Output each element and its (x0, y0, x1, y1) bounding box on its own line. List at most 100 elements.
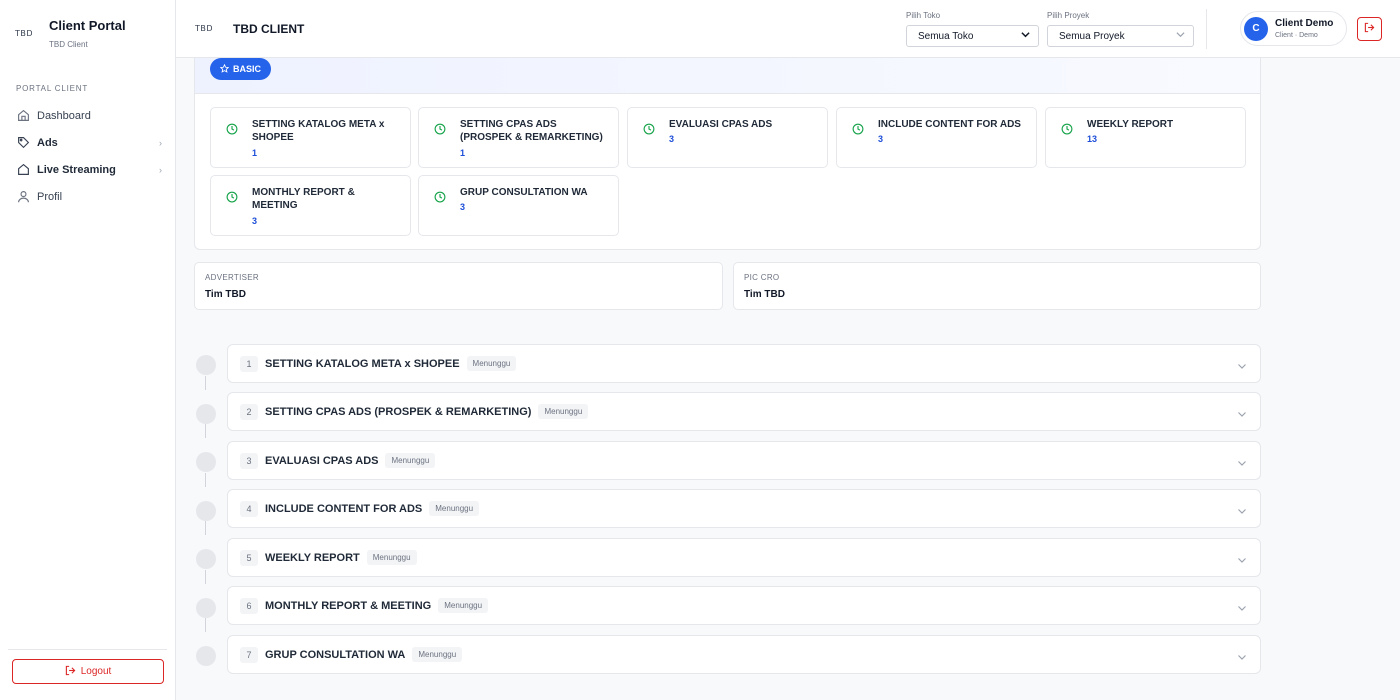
service-name: SETTING KATALOG META x SHOPEE (252, 119, 385, 143)
clock-icon (226, 190, 238, 208)
step-row[interactable]: 4 INCLUDE CONTENT FOR ADS Menunggu (227, 489, 1261, 528)
clock-icon (643, 122, 655, 140)
service-name: MONTHLY REPORT & MEETING (252, 187, 355, 211)
step-name: INCLUDE CONTENT FOR ADS (265, 502, 423, 515)
service-card: SETTING CPAS ADS (PROSPEK & REMARKETING)… (418, 107, 619, 168)
status-badge: Menunggu (385, 453, 436, 468)
toko-select-caption: Pilih Toko (906, 11, 941, 20)
sidebar-item-live-streaming[interactable]: Live Streaming › (16, 156, 162, 183)
service-count: 3 (669, 134, 675, 144)
service-count: 1 (252, 148, 258, 158)
pic-cro-caption: PIC CRO (744, 273, 780, 282)
brand: TBD Client Portal TBD Client (15, 18, 126, 49)
service-count: 3 (252, 216, 258, 226)
status-badge: Menunggu (429, 501, 480, 516)
package-badge: BASIC (210, 58, 272, 80)
sidebar-item-label: Dashboard (37, 109, 91, 122)
timeline-dot (196, 549, 216, 569)
status-badge: Menunggu (412, 647, 463, 662)
chevron-down-icon (1237, 649, 1247, 667)
service-count: 13 (1087, 134, 1098, 144)
chevron-right-icon: › (159, 137, 162, 148)
status-badge: Menunggu (538, 404, 589, 419)
timeline-connector (205, 424, 206, 438)
clock-icon (852, 122, 864, 140)
service-name: EVALUASI CPAS ADS (669, 119, 773, 130)
sidebar-section-label: PORTAL CLIENT (16, 84, 89, 93)
step-number: 2 (240, 403, 258, 420)
home-icon (16, 109, 30, 123)
service-card: INCLUDE CONTENT FOR ADS 3 (836, 107, 1037, 168)
proyek-select[interactable]: Semua Proyek (1047, 25, 1194, 47)
clock-icon (1061, 122, 1073, 140)
advertiser-card: ADVERTISER Tim TBD (194, 262, 723, 310)
chevron-down-icon (1237, 358, 1247, 376)
timeline-connector (205, 376, 206, 390)
sidebar-item-label: Ads (37, 136, 58, 149)
sidebar-item-ads[interactable]: Ads › (16, 129, 162, 156)
step-name: EVALUASI CPAS ADS (265, 454, 379, 467)
status-badge: Menunggu (366, 550, 417, 565)
service-card: EVALUASI CPAS ADS 3 (627, 107, 828, 168)
home-icon (16, 163, 30, 177)
header-divider (1206, 9, 1207, 49)
chevron-down-icon (1237, 503, 1247, 521)
chevron-right-icon: › (159, 164, 162, 175)
service-card: SETTING KATALOG META x SHOPEE 1 (210, 107, 411, 168)
logout-button[interactable]: Logout (12, 659, 164, 684)
advertiser-value: Tim TBD (205, 289, 246, 300)
step-row[interactable]: 1 SETTING KATALOG META x SHOPEE Menunggu (227, 344, 1261, 383)
user-menu[interactable]: C Client Demo Client · Demo (1240, 11, 1347, 46)
timeline-connector (205, 570, 206, 584)
package-header: BASIC (195, 58, 1260, 94)
chevron-down-icon (1237, 406, 1247, 424)
sidebar-item-dashboard[interactable]: Dashboard (16, 102, 162, 129)
avatar: C (1244, 16, 1268, 41)
header-logo: TBD (195, 24, 214, 33)
step-row[interactable]: 2 SETTING CPAS ADS (PROSPEK & REMARKETIN… (227, 392, 1261, 431)
timeline-connector (205, 521, 206, 535)
logout-icon (65, 665, 76, 679)
service-card: GRUP CONSULTATION WA 3 (418, 175, 619, 236)
step-row[interactable]: 6 MONTHLY REPORT & MEETING Menunggu (227, 586, 1261, 625)
user-role: Client · Demo (1275, 32, 1318, 39)
advertiser-caption: ADVERTISER (205, 273, 259, 282)
step-name: WEEKLY REPORT (265, 551, 360, 564)
timeline-connector (205, 618, 206, 632)
timeline-dot (196, 404, 216, 424)
step-number: 3 (240, 452, 258, 469)
header-logout-button[interactable] (1357, 17, 1382, 41)
service-count: 3 (878, 134, 884, 144)
star-icon (219, 63, 230, 75)
step-row[interactable]: 3 EVALUASI CPAS ADS Menunggu (227, 441, 1261, 480)
chevron-down-icon (1237, 600, 1247, 618)
brand-title: Client Portal (49, 18, 126, 33)
pic-cro-value: Tim TBD (744, 289, 785, 300)
brand-subtitle: TBD Client (49, 40, 88, 49)
clock-icon (434, 122, 446, 140)
status-badge: Menunggu (466, 356, 517, 371)
step-name: SETTING CPAS ADS (PROSPEK & REMARKETING) (265, 405, 532, 418)
service-count: 3 (460, 202, 466, 212)
chevron-down-icon (1237, 552, 1247, 570)
service-card: WEEKLY REPORT 13 (1045, 107, 1246, 168)
proyek-select-group: Pilih Proyek Semua Proyek (1047, 11, 1194, 47)
user-icon (16, 190, 30, 204)
service-card: MONTHLY REPORT & MEETING 3 (210, 175, 411, 236)
step-name: GRUP CONSULTATION WA (265, 648, 406, 661)
user-name: Client Demo (1275, 18, 1334, 29)
chevron-down-icon (1237, 455, 1247, 473)
sidebar-item-profil[interactable]: Profil (16, 183, 162, 210)
sidebar-item-label: Live Streaming (37, 163, 116, 176)
proyek-select-caption: Pilih Proyek (1047, 11, 1090, 20)
step-number: 6 (240, 597, 258, 614)
step-name: MONTHLY REPORT & MEETING (265, 599, 432, 612)
service-count: 1 (460, 148, 466, 158)
pic-cro-card: PIC CRO Tim TBD (733, 262, 1261, 310)
logout-label: Logout (80, 666, 112, 677)
step-row[interactable]: 5 WEEKLY REPORT Menunggu (227, 538, 1261, 577)
status-badge: Menunggu (438, 598, 489, 613)
step-row[interactable]: 7 GRUP CONSULTATION WA Menunggu (227, 635, 1261, 674)
service-name: GRUP CONSULTATION WA (460, 187, 588, 198)
toko-select[interactable]: Semua Toko (906, 25, 1039, 47)
